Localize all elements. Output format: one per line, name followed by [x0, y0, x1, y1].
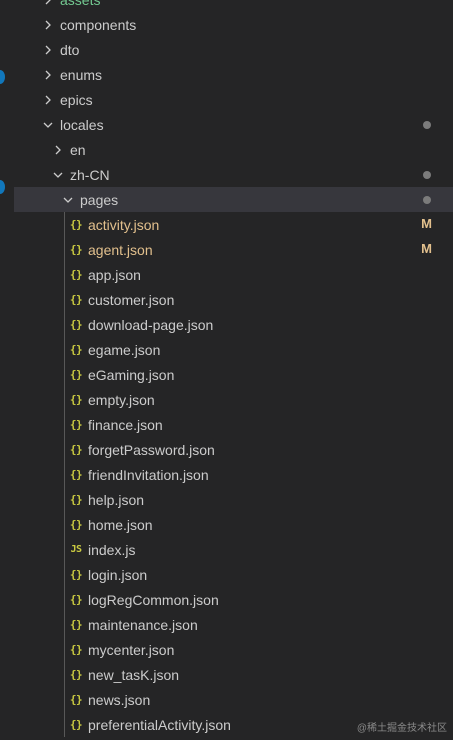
- modified-dot-icon: [423, 196, 431, 204]
- tree-item-file[interactable]: {} forgetPassword.json: [0, 437, 453, 462]
- tree-item-assets[interactable]: assets: [0, 0, 453, 12]
- tree-item-file[interactable]: {} empty.json: [0, 387, 453, 412]
- tree-item-label: news.json: [88, 691, 151, 708]
- tree-item-label: mycenter.json: [88, 641, 175, 658]
- tree-item-label: zh-CN: [70, 166, 110, 183]
- tree-item-label: empty.json: [88, 391, 155, 408]
- tree-item-file[interactable]: {} new_tasK.json: [0, 662, 453, 687]
- tree-item-label: help.json: [88, 491, 145, 508]
- json-braces-icon: {}: [69, 668, 83, 681]
- tree-item-file[interactable]: {} home.json: [0, 512, 453, 537]
- chevron-right-icon: [40, 42, 56, 58]
- json-braces-icon: {}: [69, 218, 83, 231]
- chevron-down-icon: [60, 192, 76, 208]
- js-icon: JS: [70, 544, 82, 555]
- json-braces-icon: {}: [69, 443, 83, 456]
- tree-item-label: en: [70, 141, 86, 158]
- watermark: @稀土掘金技术社区: [356, 723, 447, 734]
- tree-item-label: locales: [60, 116, 104, 133]
- tree-item-file[interactable]: {} login.json: [0, 562, 453, 587]
- tree-item-label: logRegCommon.json: [88, 591, 219, 608]
- tree-item-label: enums: [60, 66, 103, 83]
- tree-item-file[interactable]: {} news.json: [0, 687, 453, 712]
- tree-item-file[interactable]: {} egame.json: [0, 337, 453, 362]
- git-modified-badge: M: [421, 216, 432, 231]
- chevron-right-icon: [40, 92, 56, 108]
- tree-item-label: components: [60, 16, 137, 33]
- tree-item-locales[interactable]: locales: [0, 112, 453, 137]
- tree-item-file[interactable]: {} customer.json: [0, 287, 453, 312]
- json-braces-icon: {}: [69, 718, 83, 731]
- tree-item-components[interactable]: components: [0, 12, 453, 37]
- tree-item-file[interactable]: JS index.js: [0, 537, 453, 562]
- tree-item-file[interactable]: {} maintenance.json: [0, 612, 453, 637]
- tree-item-label: login.json: [88, 566, 148, 583]
- tree-item-file[interactable]: {} agent.json M: [0, 237, 453, 262]
- json-braces-icon: {}: [69, 268, 83, 281]
- tree-item-file[interactable]: {} help.json: [0, 487, 453, 512]
- chevron-right-icon: [40, 17, 56, 33]
- tree-item-label: agent.json: [88, 241, 153, 258]
- json-braces-icon: {}: [69, 618, 83, 631]
- tree-item-label: preferentialActivity.json: [88, 716, 231, 733]
- tree-item-label: forgetPassword.json: [88, 441, 215, 458]
- file-explorer: assets components dto: [0, 0, 453, 740]
- modified-dot-icon: [423, 171, 431, 179]
- tree-item-file[interactable]: {} friendInvitation.json: [0, 462, 453, 487]
- tree-item-label: assets: [60, 0, 100, 8]
- file-tree: assets components dto: [0, 0, 453, 737]
- tree-item-label: activity.json: [88, 216, 160, 233]
- tree-item-en[interactable]: en: [0, 137, 453, 162]
- json-braces-icon: {}: [69, 368, 83, 381]
- chevron-right-icon: [50, 142, 66, 158]
- json-braces-icon: {}: [69, 493, 83, 506]
- git-modified-badge: M: [421, 241, 432, 256]
- tree-item-label: new_tasK.json: [88, 666, 180, 683]
- tree-item-file[interactable]: {} download-page.json: [0, 312, 453, 337]
- json-braces-icon: {}: [69, 343, 83, 356]
- tree-item-label: maintenance.json: [88, 616, 198, 633]
- json-braces-icon: {}: [69, 593, 83, 606]
- tree-item-file[interactable]: {} logRegCommon.json: [0, 587, 453, 612]
- json-braces-icon: {}: [69, 418, 83, 431]
- modified-dot-icon: [423, 121, 431, 129]
- tree-item-label: eGaming.json: [88, 366, 175, 383]
- pages-file-list: {} activity.json M{} agent.json M{} app.json{…: [0, 212, 453, 737]
- chevron-down-icon: [50, 167, 66, 183]
- json-braces-icon: {}: [69, 293, 83, 306]
- tree-item-label: epics: [60, 91, 93, 108]
- chevron-right-icon: [40, 0, 56, 8]
- json-braces-icon: {}: [69, 643, 83, 656]
- tree-item-file[interactable]: {} finance.json: [0, 412, 453, 437]
- tree-item-zh-cn[interactable]: zh-CN: [0, 162, 453, 187]
- tree-item-label: finance.json: [88, 416, 163, 433]
- json-braces-icon: {}: [69, 568, 83, 581]
- tree-item-label: download-page.json: [88, 316, 214, 333]
- tree-item-file[interactable]: {} activity.json M: [0, 212, 453, 237]
- tree-item-label: app.json: [88, 266, 141, 283]
- tree-item-label: pages: [80, 191, 119, 208]
- tree-item-enums[interactable]: enums: [0, 62, 453, 87]
- json-braces-icon: {}: [69, 393, 83, 406]
- tree-item-label: index.js: [88, 541, 136, 558]
- tree-item-label: friendInvitation.json: [88, 466, 209, 483]
- tree-item-file[interactable]: {} eGaming.json: [0, 362, 453, 387]
- chevron-down-icon: [40, 117, 56, 133]
- tree-item-label: home.json: [88, 516, 153, 533]
- tree-item-dto[interactable]: dto: [0, 37, 453, 62]
- tree-item-file[interactable]: {} app.json: [0, 262, 453, 287]
- json-braces-icon: {}: [69, 318, 83, 331]
- tree-item-label: dto: [60, 41, 80, 58]
- tree-item-pages[interactable]: pages: [14, 187, 453, 212]
- tree-item-label: egame.json: [88, 341, 161, 358]
- tree-item-epics[interactable]: epics: [0, 87, 453, 112]
- json-braces-icon: {}: [69, 693, 83, 706]
- tree-item-file[interactable]: {} mycenter.json: [0, 637, 453, 662]
- json-braces-icon: {}: [69, 468, 83, 481]
- chevron-right-icon: [40, 67, 56, 83]
- json-braces-icon: {}: [69, 518, 83, 531]
- tree-item-label: customer.json: [88, 291, 175, 308]
- json-braces-icon: {}: [69, 243, 83, 256]
